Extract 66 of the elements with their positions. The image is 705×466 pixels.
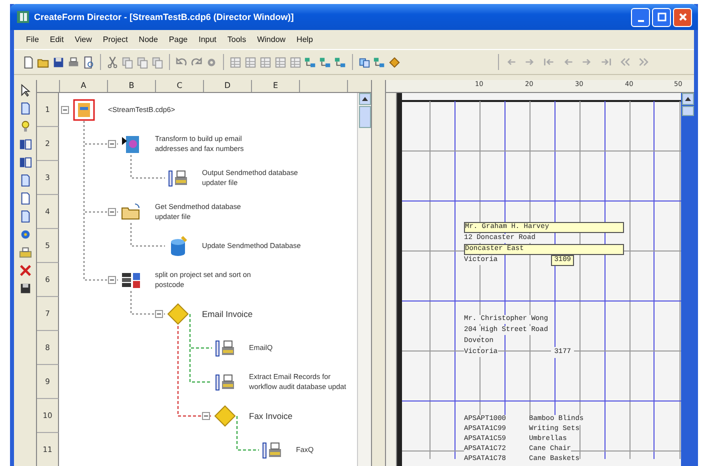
node-label: Fax Invoice bbox=[249, 411, 292, 421]
column-header: D bbox=[204, 80, 252, 92]
document-icon[interactable] bbox=[18, 174, 32, 187]
pages-icon[interactable] bbox=[121, 56, 134, 68]
link-icon[interactable] bbox=[358, 56, 371, 68]
diamond-icon[interactable] bbox=[214, 405, 236, 427]
minimize-icon bbox=[638, 20, 644, 22]
collapse-icon[interactable] bbox=[61, 106, 69, 114]
collapse-icon[interactable] bbox=[202, 412, 210, 420]
menu-item[interactable]: View bbox=[74, 35, 92, 44]
document-icon[interactable] bbox=[18, 192, 32, 205]
menu-item[interactable]: Tools bbox=[227, 35, 246, 44]
diamond-icon[interactable] bbox=[167, 303, 189, 325]
gem-icon[interactable] bbox=[388, 56, 401, 68]
column-header: C bbox=[156, 80, 204, 92]
menu-item[interactable]: File bbox=[26, 35, 39, 44]
menu-item[interactable]: Help bbox=[296, 35, 313, 44]
undo-icon[interactable] bbox=[175, 56, 188, 68]
collapse-icon[interactable] bbox=[108, 140, 116, 148]
menu-item[interactable]: Project bbox=[102, 35, 128, 44]
collapse-icon[interactable] bbox=[108, 276, 116, 284]
collapse-icon[interactable] bbox=[108, 208, 116, 216]
menu-item[interactable]: Input bbox=[198, 35, 216, 44]
scroll-thumb[interactable] bbox=[682, 106, 694, 116]
document-icon[interactable] bbox=[18, 102, 32, 115]
new-document-icon[interactable] bbox=[22, 56, 35, 68]
scissors-icon[interactable] bbox=[106, 56, 119, 68]
collapse-icon[interactable] bbox=[155, 310, 163, 318]
scroll-up-button[interactable] bbox=[358, 93, 370, 105]
window-title: CreateForm Director - [StreamTestB.cdp6 (Director Window)] bbox=[34, 12, 294, 22]
maximize-icon bbox=[656, 12, 666, 22]
node-label: Email Invoice bbox=[202, 309, 253, 319]
tree-icon[interactable] bbox=[334, 56, 347, 68]
column-header: B bbox=[108, 80, 156, 92]
pages-icon[interactable] bbox=[151, 56, 164, 68]
page-preview-icon[interactable] bbox=[82, 56, 95, 68]
caret-icon bbox=[360, 95, 368, 103]
connector-line bbox=[130, 154, 166, 178]
caret-icon bbox=[684, 95, 692, 103]
scrollbar[interactable] bbox=[357, 93, 371, 466]
pointer-icon[interactable] bbox=[18, 84, 32, 97]
redo-icon[interactable] bbox=[190, 56, 203, 68]
tree-icon[interactable] bbox=[319, 56, 332, 68]
pages-icon[interactable] bbox=[136, 56, 149, 68]
menu-item[interactable]: Node bbox=[138, 35, 158, 44]
close-icon bbox=[678, 12, 688, 22]
scroll-thumb[interactable] bbox=[358, 106, 370, 128]
document-icon[interactable] bbox=[120, 133, 142, 155]
project-icon[interactable] bbox=[73, 99, 95, 121]
connector-line bbox=[130, 222, 166, 246]
menu-item[interactable]: Page bbox=[168, 35, 188, 44]
minimize-button[interactable] bbox=[631, 8, 650, 26]
tree-icon[interactable] bbox=[373, 56, 386, 68]
app-icon bbox=[16, 10, 30, 24]
menu-item[interactable]: Edit bbox=[50, 35, 64, 44]
menu-item[interactable]: Window bbox=[257, 35, 286, 44]
tree-icon[interactable] bbox=[304, 56, 317, 68]
scroll-up-button[interactable] bbox=[682, 93, 694, 105]
column-header: E bbox=[252, 80, 300, 92]
connector-line bbox=[130, 290, 166, 314]
close-button[interactable] bbox=[673, 8, 692, 26]
cross-icon[interactable] bbox=[18, 264, 32, 277]
document-icon[interactable] bbox=[18, 210, 32, 223]
maximize-button[interactable] bbox=[652, 8, 671, 26]
scrollbar[interactable] bbox=[681, 93, 694, 466]
column-header: A bbox=[60, 80, 108, 92]
